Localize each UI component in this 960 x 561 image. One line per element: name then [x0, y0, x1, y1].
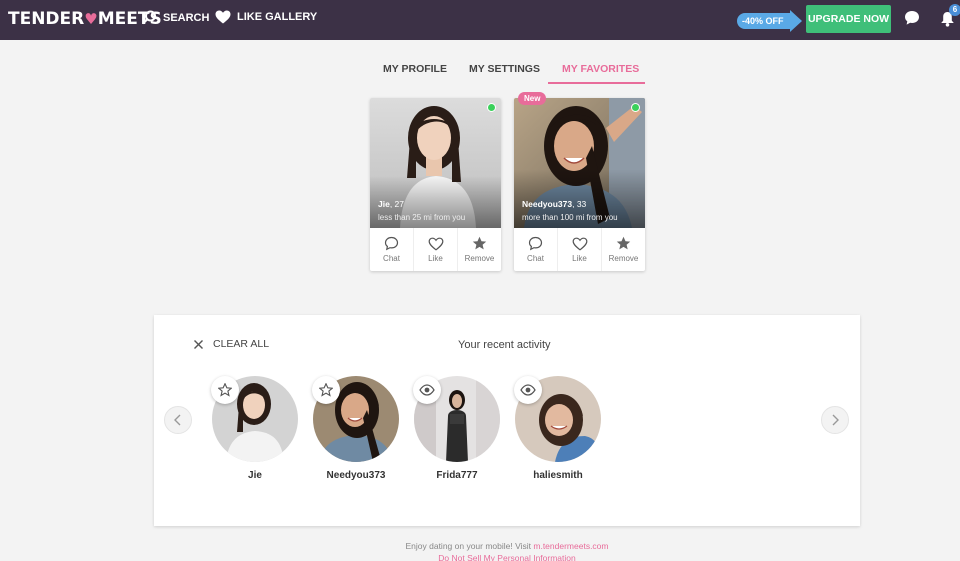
close-icon — [194, 339, 203, 349]
star-icon — [616, 236, 631, 250]
profile-photo[interactable]: Needyou373, 33 more than 100 mi from you — [514, 98, 645, 228]
card-actions: Chat Like Remove — [514, 228, 645, 271]
recent-profile: Frida777 — [413, 376, 500, 481]
clear-all-button[interactable]: CLEAR ALL — [193, 338, 269, 350]
nav-search[interactable]: SEARCH — [142, 10, 209, 25]
site-logo[interactable]: TENDER♥MEETS — [8, 9, 162, 29]
like-label: Like — [572, 253, 587, 263]
like-label: Like — [428, 253, 443, 263]
recent-profile-name[interactable]: haliesmith — [495, 470, 621, 481]
chat-button[interactable]: Chat — [370, 228, 414, 271]
privacy-link[interactable]: Do Not Sell My Personal Information — [0, 553, 960, 561]
heart-icon — [572, 237, 587, 251]
active-tab-indicator — [548, 82, 645, 84]
notification-count-badge: 6 — [949, 4, 960, 16]
chat-icon — [905, 11, 919, 25]
remove-label: Remove — [608, 254, 639, 263]
viewed-indicator[interactable] — [514, 376, 542, 404]
online-status-indicator — [631, 103, 640, 112]
clear-all-label: CLEAR ALL — [213, 338, 270, 350]
card-actions: Chat Like Remove — [370, 228, 501, 271]
chat-icon — [384, 236, 399, 251]
heart-icon — [215, 10, 231, 24]
online-status-indicator — [487, 103, 496, 112]
panel-title: Your recent activity — [458, 339, 551, 351]
nav-search-label: SEARCH — [163, 11, 210, 24]
star-icon — [319, 383, 333, 397]
search-icon — [142, 10, 156, 25]
profile-photo[interactable]: Jie, 27 less than 25 mi from you — [370, 98, 501, 228]
tab-my-profile[interactable]: MY PROFILE — [383, 63, 447, 75]
eye-icon — [520, 384, 536, 396]
recent-profile: Jie — [211, 376, 298, 481]
promo-label: -40% OFF — [737, 13, 790, 29]
viewed-indicator[interactable] — [413, 376, 441, 404]
tab-my-settings[interactable]: MY SETTINGS — [469, 63, 540, 75]
remove-label: Remove — [464, 254, 495, 263]
like-button[interactable]: Like — [558, 228, 602, 271]
favorite-card: Needyou373, 33 more than 100 mi from you… — [514, 92, 645, 271]
chat-icon — [528, 236, 543, 251]
mobile-site-link[interactable]: m.tendermeets.com — [533, 541, 608, 551]
card-name-age: Jie, 27 — [378, 199, 405, 209]
upgrade-now-button[interactable]: UPGRADE NOW — [806, 5, 891, 33]
tab-my-favorites[interactable]: MY FAVORITES — [562, 63, 639, 75]
promo-arrow-icon — [789, 10, 802, 32]
star-icon — [472, 236, 487, 250]
previous-arrow-button[interactable] — [164, 406, 192, 434]
heart-icon — [428, 237, 443, 251]
recent-profile: haliesmith — [514, 376, 601, 481]
messages-button[interactable] — [904, 10, 920, 31]
chevron-left-icon — [174, 414, 181, 426]
remove-button[interactable]: Remove — [602, 228, 645, 271]
recent-activity-panel: CLEAR ALL Your recent activity Jie Needy… — [154, 315, 860, 526]
new-badge: New — [518, 92, 547, 105]
top-navbar: TENDER♥MEETS SEARCH LIKE GALLERY -40% OF… — [0, 0, 960, 40]
footer-mobile-note: Enjoy dating on your mobile! Visit m.ten… — [0, 541, 960, 551]
recent-profile: Needyou373 — [312, 376, 399, 481]
discount-promo[interactable]: -40% OFF — [737, 10, 802, 32]
remove-button[interactable]: Remove — [458, 228, 501, 271]
chevron-right-icon — [832, 414, 839, 426]
nav-like-gallery[interactable]: LIKE GALLERY — [215, 10, 317, 24]
star-icon — [218, 383, 232, 397]
card-distance: more than 100 mi from you — [522, 213, 618, 222]
logo-heart-icon: ♥ — [84, 10, 98, 28]
favorited-indicator[interactable] — [312, 376, 340, 404]
favorited-indicator[interactable] — [211, 376, 239, 404]
chat-label: Chat — [527, 254, 544, 263]
eye-icon — [419, 384, 435, 396]
next-arrow-button[interactable] — [821, 406, 849, 434]
card-distance: less than 25 mi from you — [378, 213, 466, 222]
card-name-age: Needyou373, 33 — [522, 199, 587, 209]
footer-text: Enjoy dating on your mobile! Visit — [405, 541, 534, 551]
chat-button[interactable]: Chat — [514, 228, 558, 271]
favorite-card: Jie, 27 less than 25 mi from you Chat Li… — [370, 98, 501, 271]
chat-label: Chat — [383, 254, 400, 263]
nav-like-gallery-label: LIKE GALLERY — [237, 11, 318, 23]
like-button[interactable]: Like — [414, 228, 458, 271]
